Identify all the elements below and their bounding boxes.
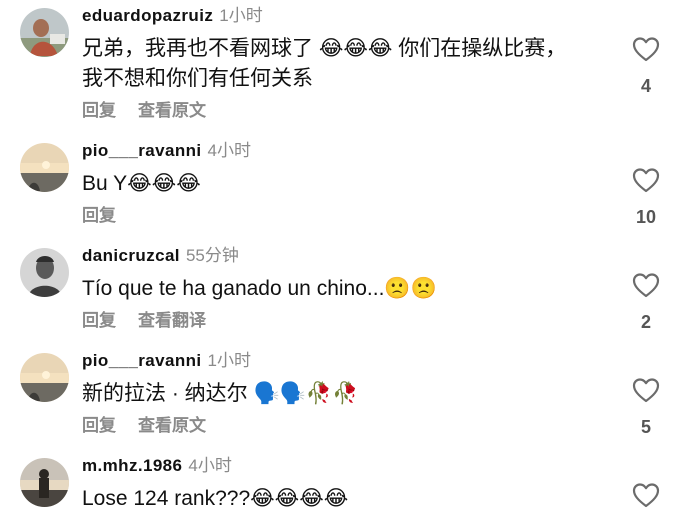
timestamp: 1小时 bbox=[219, 6, 263, 25]
avatar[interactable] bbox=[20, 458, 69, 507]
reply-button[interactable]: 回复 bbox=[82, 311, 116, 330]
username[interactable]: eduardopazruiz bbox=[82, 6, 213, 25]
comment-actions: 回复 查看翻译 bbox=[82, 306, 228, 331]
like-control: 4 bbox=[628, 36, 664, 97]
like-control: 5 bbox=[628, 377, 664, 438]
comment-list: eduardopazruiz 1小时 兄弟，我再也不看网球了 😂😂😂 你们在操纵比… bbox=[0, 0, 690, 515]
comment-meta: pio___ravanni 4小时 bbox=[82, 140, 251, 162]
comment-meta: eduardopazruiz 1小时 bbox=[82, 5, 263, 27]
like-count: 4 bbox=[640, 76, 651, 96]
like-count: 5 bbox=[640, 417, 651, 437]
timestamp: 1小时 bbox=[207, 351, 251, 370]
comment-meta: danicruzcal 55分钟 bbox=[82, 245, 239, 267]
avatar[interactable] bbox=[20, 248, 69, 297]
username[interactable]: pio___ravanni bbox=[82, 141, 202, 160]
like-control bbox=[628, 482, 664, 508]
comment-meta: pio___ravanni 1小时 bbox=[82, 350, 251, 372]
comment-text: Bu Y😂😂😂 bbox=[82, 172, 201, 195]
like-count: 2 bbox=[640, 312, 651, 332]
reply-button[interactable]: 回复 bbox=[82, 101, 116, 120]
username[interactable]: pio___ravanni bbox=[82, 351, 202, 370]
comment-text: Tío que te ha ganado un chino...🙁🙁 bbox=[82, 277, 437, 300]
comment-text: 兄弟，我再也不看网球了 😂😂😂 你们在操纵比赛， 我不想和你们有任何关系 bbox=[82, 37, 567, 90]
timestamp: 4小时 bbox=[188, 456, 232, 475]
timestamp: 4小时 bbox=[207, 141, 251, 160]
avatar[interactable] bbox=[20, 8, 69, 57]
avatar[interactable] bbox=[20, 353, 69, 402]
reply-button[interactable]: 回复 bbox=[82, 206, 116, 225]
comment-text: Lose 124 rank???😂😂😂😂 bbox=[82, 487, 349, 510]
avatar[interactable] bbox=[20, 143, 69, 192]
view-translation-button[interactable]: 查看翻译 bbox=[138, 311, 206, 330]
heart-icon[interactable] bbox=[632, 377, 660, 403]
heart-icon[interactable] bbox=[632, 167, 660, 193]
username[interactable]: m.mhz.1986 bbox=[82, 456, 182, 475]
like-control: 2 bbox=[628, 272, 664, 333]
heart-icon[interactable] bbox=[632, 482, 660, 508]
comment-text: 新的拉法 · 纳达尔 🗣️🗣️🥀🥀 bbox=[82, 382, 359, 405]
like-count: 10 bbox=[635, 207, 657, 227]
comment-meta: m.mhz.1986 4小时 bbox=[82, 455, 232, 477]
heart-icon[interactable] bbox=[632, 36, 660, 62]
timestamp: 55分钟 bbox=[185, 246, 239, 265]
reply-button[interactable]: 回复 bbox=[82, 416, 116, 435]
heart-icon[interactable] bbox=[632, 272, 660, 298]
like-control: 10 bbox=[628, 167, 664, 228]
view-original-button[interactable]: 查看原文 bbox=[138, 416, 206, 435]
comment-actions: 回复 bbox=[82, 201, 138, 226]
comment-actions: 回复 查看原文 bbox=[82, 411, 228, 436]
view-original-button[interactable]: 查看原文 bbox=[138, 101, 206, 120]
comment-actions: 回复 查看原文 bbox=[82, 96, 228, 121]
username[interactable]: danicruzcal bbox=[82, 246, 180, 265]
